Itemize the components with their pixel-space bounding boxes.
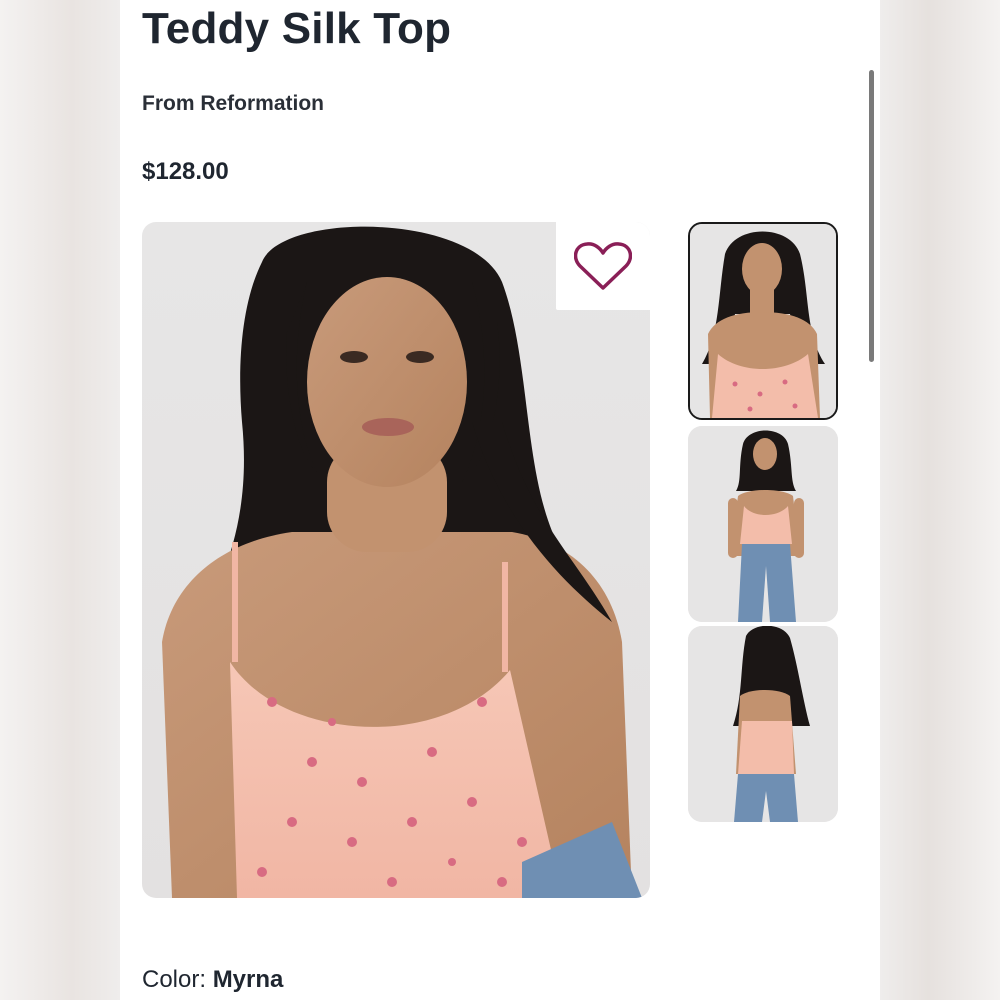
thumbnail-3-image — [688, 626, 838, 822]
product-panel: Teddy Silk Top From Reformation $128.00 — [120, 0, 880, 1000]
thumbnail-3[interactable] — [688, 626, 838, 822]
color-value: Myrna — [212, 966, 284, 993]
scrollbar[interactable] — [869, 70, 874, 362]
model-photo-illustration — [162, 226, 642, 898]
thumbnail-1[interactable] — [688, 222, 838, 420]
heart-icon — [574, 242, 632, 290]
main-product-image[interactable] — [142, 222, 650, 898]
thumbnail-1-image — [690, 224, 836, 418]
left-backdrop — [0, 0, 120, 1000]
color-selection: Color: Myrna — [142, 966, 283, 994]
product-price: $128.00 — [142, 158, 229, 185]
color-label: Color: — [142, 966, 213, 993]
right-backdrop — [880, 0, 1000, 1000]
thumbnail-2[interactable] — [688, 426, 838, 622]
wishlist-button[interactable] — [556, 222, 650, 310]
product-brand: From Reformation — [142, 92, 325, 115]
product-title: Teddy Silk Top — [142, 4, 452, 53]
thumbnail-2-image — [688, 426, 838, 622]
